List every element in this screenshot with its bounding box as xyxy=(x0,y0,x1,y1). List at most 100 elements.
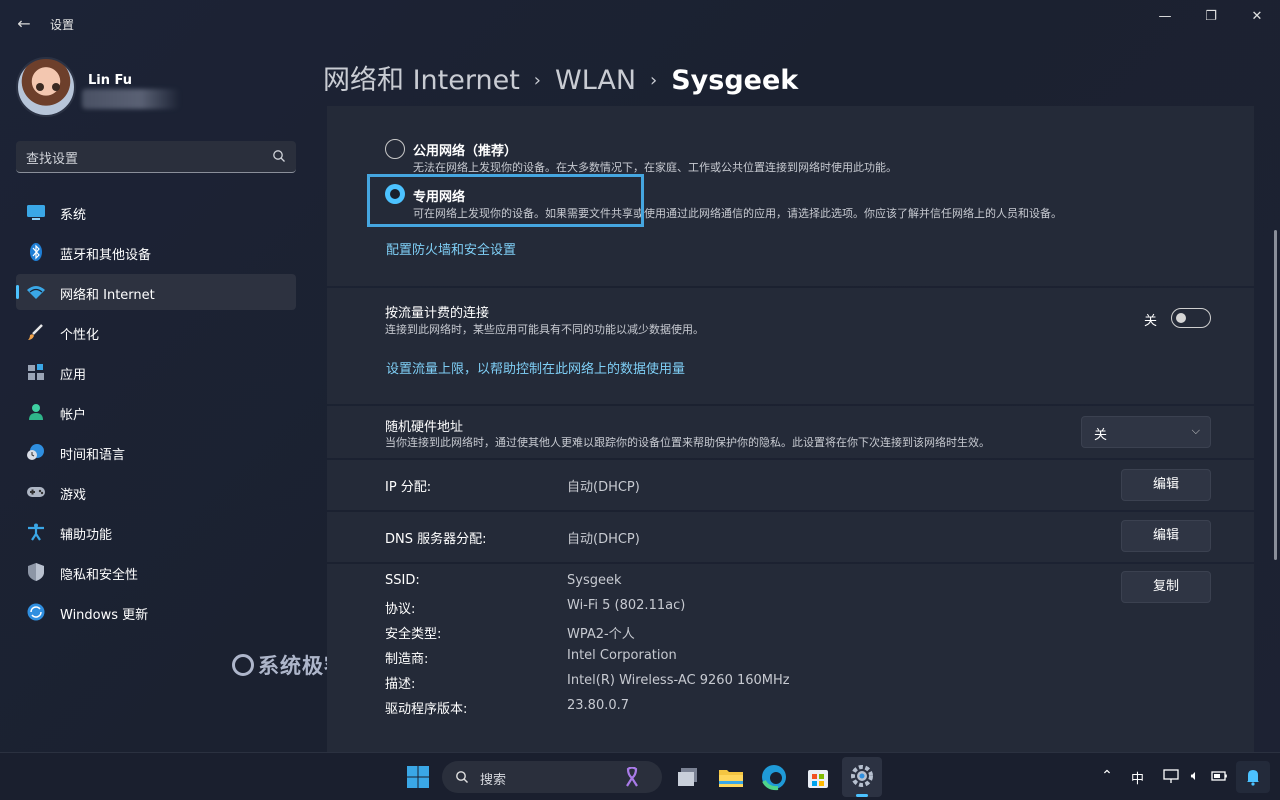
metered-toggle[interactable] xyxy=(1171,308,1211,328)
ip-edit-button[interactable]: 编辑 xyxy=(1121,469,1211,501)
edge-icon[interactable] xyxy=(760,763,788,791)
public-network-radio[interactable] xyxy=(385,139,405,159)
restore-icon: ❐ xyxy=(1205,9,1217,24)
prop-driver-label: 驱动程序版本: xyxy=(385,702,468,717)
globe-clock-icon xyxy=(27,444,44,460)
shield-icon xyxy=(28,563,44,581)
volume-icon[interactable]: 🔈︎ xyxy=(1186,767,1204,785)
sidebar-item-privacy[interactable]: 隐私和安全性 xyxy=(16,554,296,590)
dns-edit-button[interactable]: 编辑 xyxy=(1121,520,1211,552)
random-mac-dropdown[interactable]: 关 ⌵ xyxy=(1081,416,1211,448)
search-input[interactable]: 查找设置 xyxy=(16,141,296,173)
prop-description-value: Intel(R) Wireless-AC 9260 160MHz xyxy=(567,673,790,688)
sidebar-nav: 系统 蓝牙和其他设备 网络和 Internet 个性化 应用 帐户 时间和语言 … xyxy=(16,194,296,634)
sync-icon xyxy=(27,603,45,621)
close-button[interactable]: ✕ xyxy=(1234,6,1280,28)
search-placeholder: 查找设置 xyxy=(26,152,79,167)
avatar xyxy=(16,57,76,117)
prop-manufacturer-label: 制造商: xyxy=(385,652,429,667)
minimize-icon: — xyxy=(1158,9,1172,24)
file-explorer-icon[interactable] xyxy=(717,763,745,791)
sidebar-item-time-language[interactable]: 时间和语言 xyxy=(16,434,296,470)
ip-value: 自动(DHCP) xyxy=(567,480,640,495)
prop-driver-value: 23.80.0.7 xyxy=(567,698,630,713)
sidebar-item-accounts[interactable]: 帐户 xyxy=(16,394,296,430)
firewall-settings-link[interactable]: 配置防火墙和安全设置 xyxy=(386,239,516,258)
settings-app-active[interactable] xyxy=(842,757,882,797)
network-icon[interactable] xyxy=(1162,767,1180,785)
metered-title: 按流量计费的连接 xyxy=(385,306,490,321)
prop-ssid-label: SSID: xyxy=(385,573,420,588)
prop-ssid-value: Sysgeek xyxy=(567,573,622,588)
sidebar-item-windows-update[interactable]: Windows 更新 xyxy=(16,594,296,630)
metered-toggle-label: 关 xyxy=(1144,314,1158,329)
breadcrumb: 网络和 Internet › WLAN › Sysgeek xyxy=(323,58,798,97)
settings-icon xyxy=(851,765,873,787)
battery-icon[interactable] xyxy=(1210,767,1228,785)
chevron-down-icon: ⌵ xyxy=(1191,424,1200,437)
arrow-left-icon: ← xyxy=(17,14,31,33)
prop-description-label: 描述: xyxy=(385,677,416,692)
public-network-description: 无法在网络上发现你的设备。在大多数情况下，在家庭、工作或公共位置连接到网络时使用… xyxy=(413,161,897,174)
data-limit-link[interactable]: 设置流量上限，以帮助控制在此网络上的数据使用量 xyxy=(386,358,685,377)
input-indicator[interactable]: 中 xyxy=(1131,768,1144,787)
bluetooth-icon xyxy=(30,243,42,261)
notification-bell-icon xyxy=(1247,770,1259,786)
accessibility-icon xyxy=(28,523,44,541)
wifi-icon xyxy=(27,286,45,299)
task-view-icon[interactable] xyxy=(674,763,702,791)
brush-icon xyxy=(28,324,43,340)
watermark-logo-icon xyxy=(232,654,254,676)
random-mac-title: 随机硬件地址 xyxy=(385,420,464,435)
breadcrumb-separator: › xyxy=(650,70,658,91)
gamepad-icon xyxy=(27,487,45,497)
windows-start-icon[interactable] xyxy=(404,763,432,791)
copy-button[interactable]: 复制 xyxy=(1121,571,1211,603)
back-button[interactable]: ← xyxy=(12,12,36,36)
breadcrumb-separator: › xyxy=(533,70,541,91)
ip-assignment-card: IP 分配: 自动(DHCP) 编辑 xyxy=(327,460,1254,510)
content-scrollbar[interactable] xyxy=(1274,230,1277,560)
breadcrumb-wlan[interactable]: WLAN xyxy=(555,65,636,96)
prop-protocol-value: Wi-Fi 5 (802.11ac) xyxy=(567,598,686,613)
ribbon-icon xyxy=(626,767,638,787)
search-icon xyxy=(273,150,285,162)
minimize-button[interactable]: — xyxy=(1142,6,1188,28)
properties-card: 复制 SSID: Sysgeek 协议: Wi-Fi 5 (802.11ac) … xyxy=(327,564,1254,752)
store-icon[interactable] xyxy=(804,763,832,791)
sidebar-item-accessibility[interactable]: 辅助功能 xyxy=(16,514,296,550)
highlight-annotation-box xyxy=(367,174,644,227)
user-email-redacted xyxy=(82,89,180,109)
dns-assignment-card: DNS 服务器分配: 自动(DHCP) 编辑 xyxy=(327,512,1254,562)
prop-protocol-label: 协议: xyxy=(385,602,416,617)
maximize-button[interactable]: ❐ xyxy=(1188,6,1234,28)
sidebar-item-personalization[interactable]: 个性化 xyxy=(16,314,296,350)
random-mac-card: 随机硬件地址 当你连接到此网络时，通过使其他人更难以跟踪你的设备位置来帮助保护你… xyxy=(327,406,1254,458)
user-name: Lin Fu xyxy=(88,73,133,88)
dns-label: DNS 服务器分配: xyxy=(385,532,487,547)
sidebar-item-gaming[interactable]: 游戏 xyxy=(16,474,296,510)
monitor-icon xyxy=(27,205,45,220)
taskbar-search[interactable]: 搜索 xyxy=(442,761,662,793)
notification-button[interactable] xyxy=(1236,761,1270,793)
app-title: 设置 xyxy=(50,18,75,32)
public-network-title: 公用网络（推荐） xyxy=(413,144,518,159)
taskbar: 搜索 ⌃ 中 🔈︎ xyxy=(0,752,1280,800)
sidebar-item-network[interactable]: 网络和 Internet xyxy=(16,274,296,310)
chevron-up-icon[interactable]: ⌃ xyxy=(1098,767,1116,785)
random-mac-description: 当你连接到此网络时，通过使其他人更难以跟踪你的设备位置来帮助保护你的隐私。此设置… xyxy=(385,436,990,449)
title-bar: ← 设置 — ❐ ✕ xyxy=(0,0,1280,48)
sidebar-item-bluetooth[interactable]: 蓝牙和其他设备 xyxy=(16,234,296,270)
person-icon xyxy=(29,404,43,420)
page-title: Sysgeek xyxy=(671,65,799,96)
metered-description: 连接到此网络时，某些应用可能具有不同的功能以减少数据使用。 xyxy=(385,323,704,336)
sidebar-item-system[interactable]: 系统 xyxy=(16,194,296,230)
close-icon: ✕ xyxy=(1251,9,1263,24)
prop-security-value: WPA2-个人 xyxy=(567,627,635,642)
sidebar-item-apps[interactable]: 应用 xyxy=(16,354,296,390)
metered-connection-card: 按流量计费的连接 连接到此网络时，某些应用可能具有不同的功能以减少数据使用。 关… xyxy=(327,288,1254,404)
prop-manufacturer-value: Intel Corporation xyxy=(567,648,677,663)
main-content: 公用网络（推荐） 无法在网络上发现你的设备。在大多数情况下，在家庭、工作或公共位… xyxy=(327,106,1254,752)
ip-label: IP 分配: xyxy=(385,480,432,495)
breadcrumb-network[interactable]: 网络和 Internet xyxy=(323,65,520,96)
